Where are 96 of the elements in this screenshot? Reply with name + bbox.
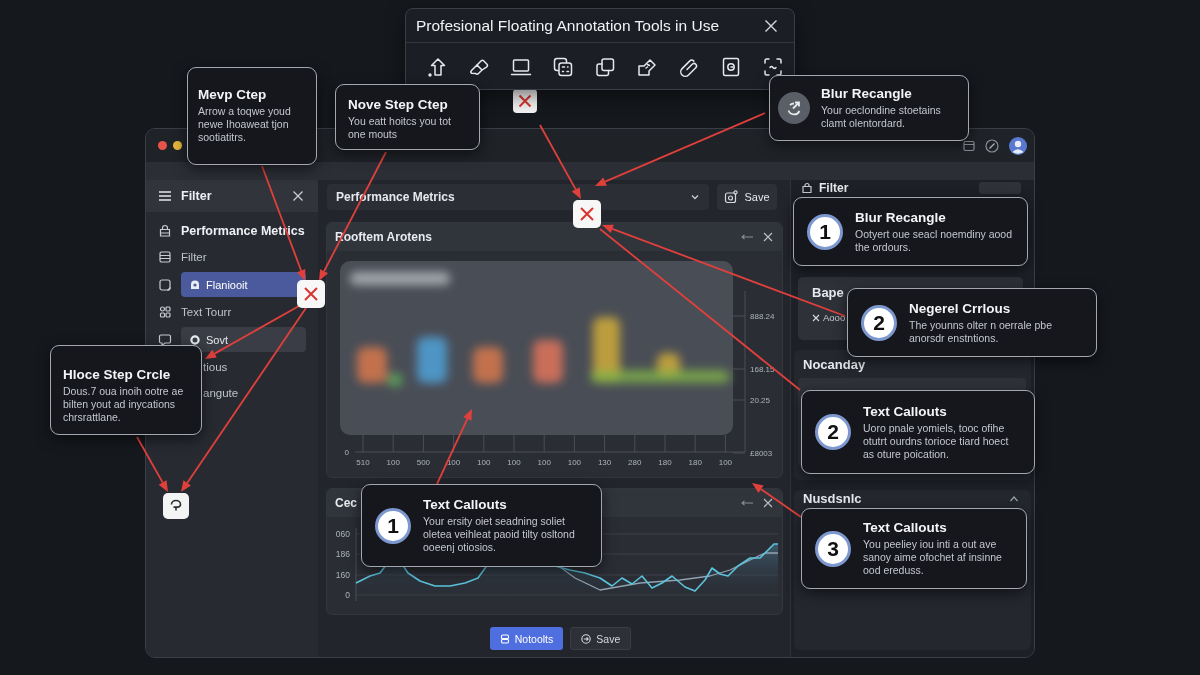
axis-label: 160: [335, 570, 350, 580]
axis-label: 180: [688, 458, 702, 467]
axis-label: 280: [628, 458, 642, 467]
callout-text: Your oeclondine stoetains clamt olentordard.: [821, 104, 942, 130]
menu-icon[interactable]: [158, 189, 172, 203]
sidebar-button[interactable]: Sovt: [181, 327, 306, 352]
footer-button[interactable]: Save: [570, 627, 632, 650]
panel-title: Filter: [819, 181, 849, 195]
sidebar-item[interactable]: Filter: [181, 251, 207, 263]
chevron-down-icon: [690, 192, 700, 202]
callout-title: Negerel Crrlous: [909, 300, 1012, 316]
sidebar-item[interactable]: angute: [203, 387, 239, 399]
close-icon[interactable]: [763, 498, 773, 508]
close-icon[interactable]: [764, 18, 778, 33]
capture-frame-icon[interactable]: [762, 55, 784, 78]
close-dot-icon[interactable]: [158, 141, 167, 150]
arrow-circle-icon: [581, 633, 592, 644]
callout-title: Mevp Ctep: [198, 87, 268, 102]
camera-icon: [724, 190, 739, 204]
arrow-left-icon[interactable]: [740, 234, 754, 240]
stacked-squares-icon[interactable]: [552, 55, 574, 78]
panel-title: Cec: [335, 496, 357, 510]
step-number: 2: [815, 414, 851, 450]
axis-label: 100: [567, 458, 582, 467]
axis-label: £8003: [750, 449, 773, 458]
square-icon: [158, 277, 172, 292]
callout-text: Dous.7 oua inoih ootre ae bilten yout ad inycations chrsrattlane.: [63, 385, 185, 424]
database-icon: [499, 633, 510, 644]
callout-title: Text Callouts: [863, 403, 948, 419]
badge-icon: [190, 279, 200, 290]
footer-button[interactable]: Notoolts: [489, 627, 564, 650]
close-icon[interactable]: [763, 232, 773, 242]
section-title: Nusdsnlc: [803, 491, 862, 506]
callout-title: Blur Recangle: [855, 209, 947, 225]
axis-label: 20.25: [750, 396, 771, 405]
callout-title: Text Callouts: [423, 497, 508, 512]
callout-text: Uoro pnale yomiels, tooc ofihe otutrt ourdns torioce tiard hoect as oture poication.: [863, 421, 1010, 461]
callout-title: Nove Step Ctep: [348, 97, 449, 112]
callout-text: You eatt hoitcs you tot one mouts: [348, 115, 452, 141]
overlapping-squares-icon[interactable]: [594, 55, 616, 78]
chip-label: Aooo: [823, 312, 846, 323]
axis-label: 100: [507, 458, 521, 467]
avatar-icon[interactable]: [1009, 136, 1027, 155]
axis-label: 180: [658, 458, 672, 467]
close-icon[interactable]: [812, 313, 820, 322]
x-mark-icon[interactable]: [573, 200, 601, 228]
compass-icon[interactable]: [985, 138, 999, 153]
axis-label: 888.24: [750, 312, 775, 321]
callout-title: Text Callouts: [863, 520, 948, 535]
axis-label: 100: [477, 458, 491, 467]
axis-label: 100: [446, 458, 461, 467]
x-mark-icon[interactable]: [297, 280, 325, 308]
axis-label: 510: [356, 458, 370, 467]
card-title: Bape: [812, 285, 845, 300]
annotation-arrow: [752, 483, 802, 518]
sidebar-item[interactable]: tious: [203, 361, 228, 373]
sidebar-button[interactable]: Flaniooit: [181, 272, 306, 297]
close-icon[interactable]: [292, 190, 304, 202]
arrow-up-icon[interactable]: [426, 55, 448, 78]
toolbar-title: Profesional Floating Annotation Tools in Use: [416, 16, 719, 35]
axis-label: 0: [345, 590, 350, 600]
callout-text: Arrow a toqwe youd newe Ihoaweat tjon sootiatitrs.: [198, 105, 292, 144]
lock-icon: [158, 224, 172, 238]
lock-icon: [801, 182, 813, 194]
callout-text: You peeliey iou inti a out ave sanoy aime ofochet af insinne ood ereduss.: [863, 538, 1003, 577]
arrow-left-icon[interactable]: [740, 500, 754, 506]
axis-label: 100: [537, 458, 551, 467]
callout-text: The younns olter n oerrale pbe anorsdr enstntions.: [909, 318, 1053, 345]
step-number: 2: [861, 304, 897, 341]
axis-label: 168.15: [750, 365, 775, 374]
window-icon[interactable]: [963, 139, 975, 152]
marker-icon[interactable]: [163, 493, 189, 519]
shapes-icon: [158, 305, 172, 319]
minimize-dot-icon[interactable]: [173, 141, 182, 150]
callout-title: Hloce Step Crcle: [63, 367, 172, 382]
ring-icon: [190, 334, 200, 345]
record-icon[interactable]: [720, 55, 742, 78]
save-button[interactable]: Save: [717, 184, 777, 210]
sidebar-title: Filter: [181, 189, 212, 203]
axis-label: 186: [335, 549, 350, 559]
section-title: Nocanday: [803, 357, 866, 372]
callout-title: Blur Recangle: [821, 86, 913, 101]
annotation-arrow: [136, 436, 168, 492]
axis-label: 500: [416, 458, 431, 467]
step-number: 1: [807, 213, 843, 250]
list-icon: [158, 250, 172, 264]
step-number: 3: [815, 530, 851, 567]
axis-label: 130: [597, 458, 612, 467]
axis-label: 100: [386, 458, 400, 467]
chat-icon: [158, 332, 172, 347]
axis-label: 0: [344, 448, 349, 457]
sidebar-item[interactable]: Text Tourr: [181, 306, 232, 318]
callout-text: Ootyert oue seacl noemdiny aood the ordours.: [855, 227, 1013, 254]
x-mark-icon[interactable]: [513, 89, 537, 113]
axis-label: 100: [718, 458, 733, 467]
axis-label: 060: [335, 529, 350, 539]
